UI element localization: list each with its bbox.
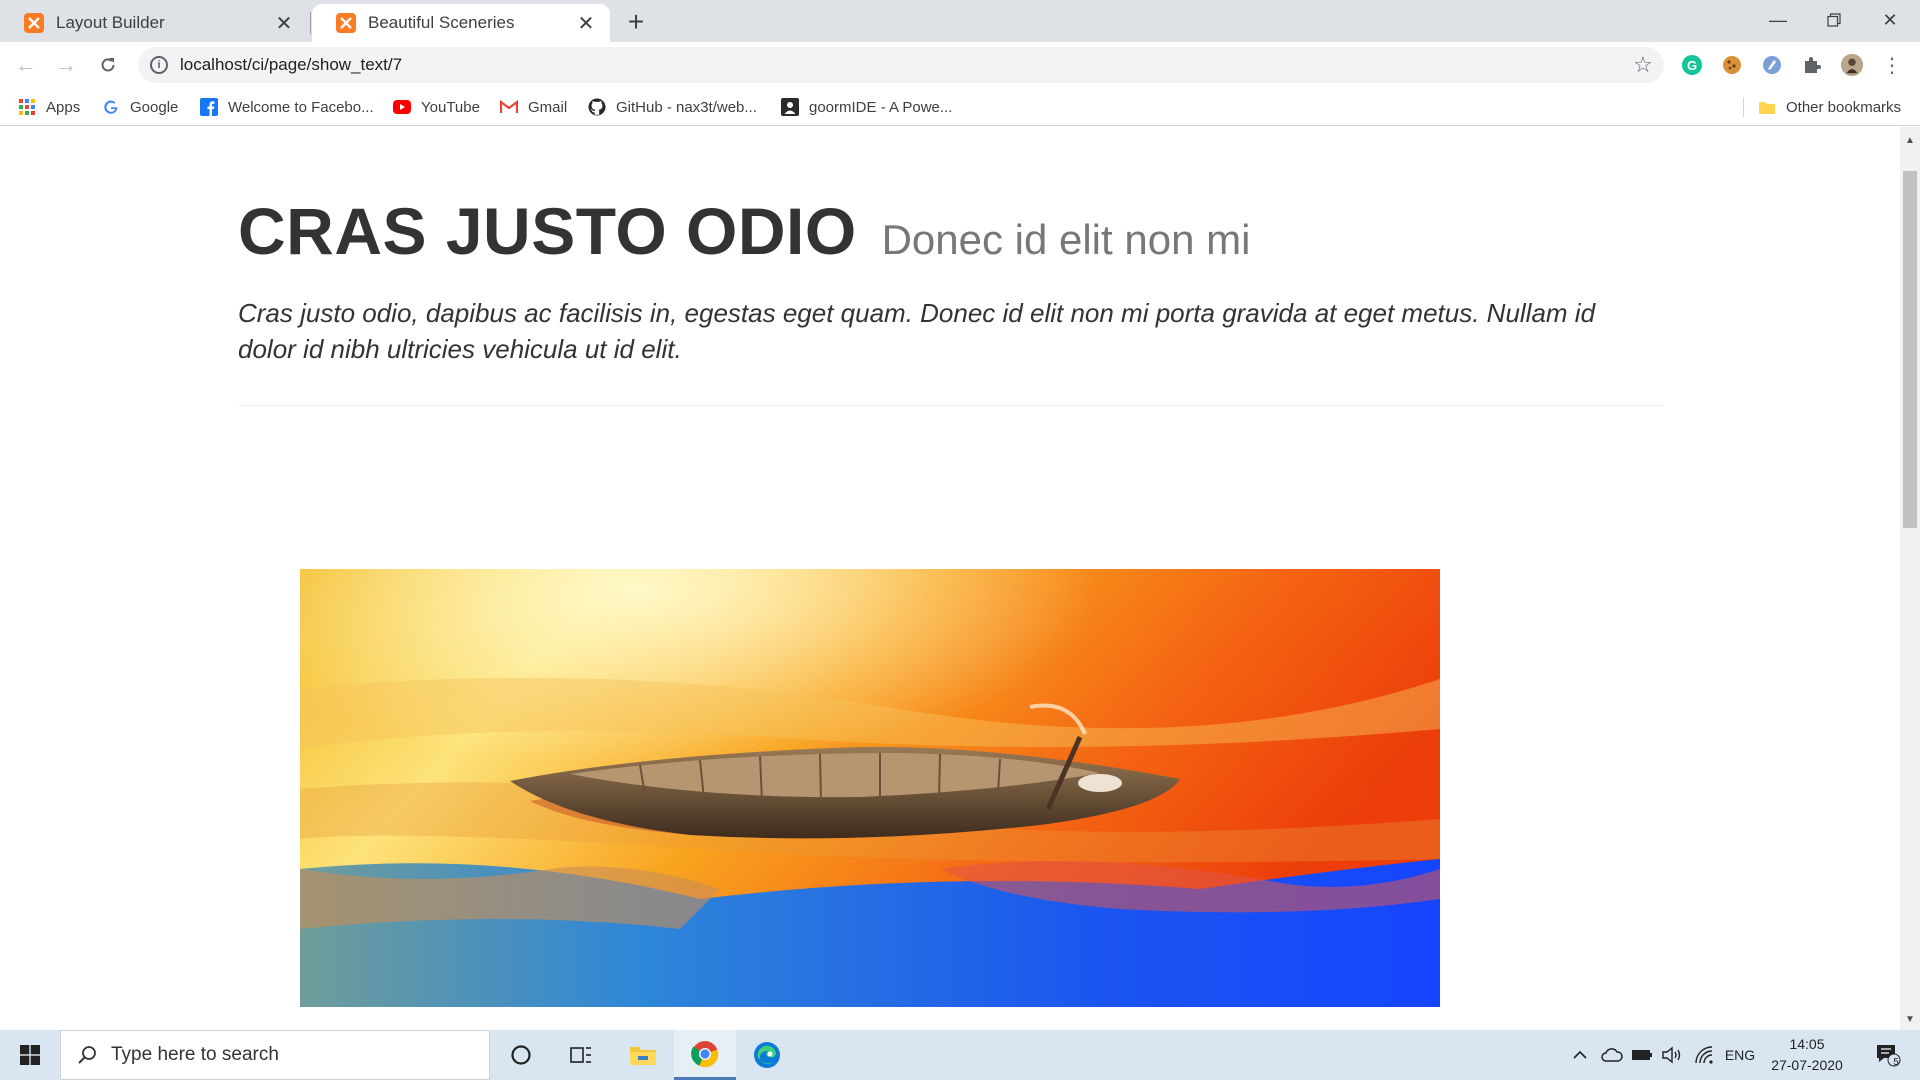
tab-title: Layout Builder bbox=[56, 13, 165, 32]
edge-icon[interactable] bbox=[736, 1030, 798, 1080]
scroll-down-arrow-icon[interactable]: ▼ bbox=[1900, 1012, 1920, 1026]
other-bookmarks[interactable]: Other bookmarks bbox=[1758, 94, 1901, 120]
search-placeholder: Type here to search bbox=[111, 1044, 279, 1065]
bookmark-label: goormIDE - A Powe... bbox=[809, 98, 953, 116]
windows-logo-icon bbox=[20, 1045, 40, 1065]
windows-taskbar: Type here to search ENG 14:05 27-07-2020 bbox=[0, 1030, 1920, 1080]
gmail-icon bbox=[500, 98, 518, 116]
bookmark-label: Apps bbox=[46, 98, 81, 116]
back-button[interactable]: ← bbox=[10, 49, 42, 81]
url-text[interactable]: localhost/ci/page/show_text/7 bbox=[180, 55, 1628, 75]
chrome-taskbar-icon[interactable] bbox=[674, 1030, 736, 1080]
scroll-thumb[interactable] bbox=[1903, 171, 1917, 528]
extensions-puzzle-icon[interactable] bbox=[1800, 53, 1824, 77]
bookmark-label: Welcome to Facebo... bbox=[228, 98, 374, 116]
page-title-text: CRAS JUSTO ODIO bbox=[238, 194, 857, 268]
facebook-icon bbox=[200, 98, 218, 116]
github-icon bbox=[588, 98, 606, 116]
bookmark-facebook[interactable]: Welcome to Facebo... bbox=[200, 94, 374, 120]
clock-time: 14:05 bbox=[1789, 1036, 1825, 1052]
bookmark-label: GitHub - nax3t/web... bbox=[616, 98, 757, 116]
action-center-button[interactable]: 5 bbox=[1862, 1030, 1914, 1080]
xampp-favicon-icon bbox=[336, 13, 356, 33]
close-window-button[interactable]: ✕ bbox=[1862, 0, 1918, 40]
site-info-icon[interactable]: i bbox=[150, 56, 168, 74]
bookmark-label: Other bookmarks bbox=[1786, 98, 1902, 116]
bookmark-goormide[interactable]: goormIDE - A Powe... bbox=[781, 94, 952, 120]
browser-menu-icon[interactable]: ⋮ bbox=[1880, 53, 1904, 77]
bookmarks-divider bbox=[1743, 97, 1744, 117]
scroll-up-arrow-icon[interactable]: ▲ bbox=[1900, 133, 1920, 147]
close-tab-icon[interactable]: ✕ bbox=[272, 11, 296, 35]
new-tab-button[interactable]: + bbox=[622, 6, 650, 37]
forward-button[interactable]: → bbox=[50, 49, 82, 81]
page-header: CRAS JUSTO ODIO Donec id elit non mi Cra… bbox=[238, 193, 1662, 367]
extension-icon[interactable] bbox=[1760, 53, 1784, 77]
page-viewport: CRAS JUSTO ODIO Donec id elit non mi Cra… bbox=[0, 127, 1900, 1030]
onedrive-icon[interactable] bbox=[1598, 1030, 1626, 1080]
profile-avatar[interactable] bbox=[1840, 53, 1864, 77]
minimize-button[interactable]: — bbox=[1750, 0, 1806, 40]
tab-beautiful-sceneries[interactable]: Beautiful Sceneries ✕ bbox=[312, 4, 610, 42]
bookmark-label: Google bbox=[130, 98, 179, 116]
volume-icon[interactable] bbox=[1658, 1030, 1686, 1080]
tab-layout-builder[interactable]: Layout Builder ✕ bbox=[0, 4, 308, 42]
bookmark-apps[interactable]: Apps bbox=[18, 94, 80, 120]
tab-title: Beautiful Sceneries bbox=[368, 13, 515, 32]
scenery-image bbox=[300, 569, 1440, 1007]
page-scrollbar[interactable]: ▲ ▼ bbox=[1900, 127, 1920, 1030]
reload-icon bbox=[101, 58, 115, 72]
bookmark-github[interactable]: GitHub - nax3t/web... bbox=[588, 94, 757, 120]
page-subtitle: Donec id elit non mi bbox=[881, 216, 1251, 263]
bookmark-star-icon[interactable]: ☆ bbox=[1628, 50, 1658, 80]
search-icon bbox=[78, 1046, 96, 1064]
notification-count-badge: 5 bbox=[1893, 1057, 1899, 1068]
bookmark-youtube[interactable]: YouTube bbox=[393, 94, 480, 120]
tab-bar: Layout Builder ✕ Beautiful Sceneries ✕ +… bbox=[0, 0, 1920, 42]
close-tab-icon[interactable]: ✕ bbox=[574, 11, 598, 35]
svg-text:G: G bbox=[1687, 58, 1697, 73]
clock-date: 27-07-2020 bbox=[1771, 1057, 1843, 1073]
header-divider bbox=[238, 405, 1662, 406]
file-explorer-icon[interactable] bbox=[612, 1030, 674, 1080]
browser-toolbar: ← → i localhost/ci/page/show_text/7 ☆ G … bbox=[0, 42, 1920, 88]
taskbar-search-box[interactable]: Type here to search bbox=[60, 1030, 490, 1080]
taskbar-clock[interactable]: 14:05 27-07-2020 bbox=[1762, 1034, 1852, 1076]
bookmark-google[interactable]: Google bbox=[102, 94, 178, 120]
cortana-icon[interactable] bbox=[490, 1030, 552, 1080]
bookmark-gmail[interactable]: Gmail bbox=[500, 94, 567, 120]
youtube-icon bbox=[393, 98, 411, 116]
apps-grid-icon bbox=[18, 98, 36, 116]
cookie-extension-icon[interactable] bbox=[1720, 53, 1744, 77]
reload-button[interactable] bbox=[92, 49, 124, 81]
task-view-icon[interactable] bbox=[550, 1030, 612, 1080]
wifi-icon[interactable] bbox=[1690, 1030, 1718, 1080]
restore-button[interactable] bbox=[1806, 0, 1862, 40]
folder-icon bbox=[1758, 98, 1776, 116]
bookmarks-bar: Apps Google Welcome to Facebo... YouTube… bbox=[0, 88, 1920, 126]
page-title: CRAS JUSTO ODIO Donec id elit non mi bbox=[238, 193, 1662, 269]
restore-icon bbox=[1827, 13, 1841, 27]
bookmark-label: Gmail bbox=[528, 98, 568, 116]
start-button[interactable] bbox=[0, 1030, 60, 1080]
battery-icon[interactable] bbox=[1628, 1030, 1656, 1080]
google-icon bbox=[102, 98, 120, 116]
tab-separator bbox=[310, 12, 311, 34]
xampp-favicon-icon bbox=[24, 13, 44, 33]
goorm-icon bbox=[781, 98, 799, 116]
bookmark-label: YouTube bbox=[421, 98, 480, 116]
grammarly-icon[interactable]: G bbox=[1680, 53, 1704, 77]
show-hidden-icons-icon[interactable] bbox=[1568, 1030, 1592, 1080]
language-indicator[interactable]: ENG bbox=[1722, 1030, 1758, 1080]
lead-paragraph: Cras justo odio, dapibus ac facilisis in… bbox=[238, 298, 1596, 364]
address-bar[interactable]: i localhost/ci/page/show_text/7 ☆ bbox=[138, 47, 1664, 83]
